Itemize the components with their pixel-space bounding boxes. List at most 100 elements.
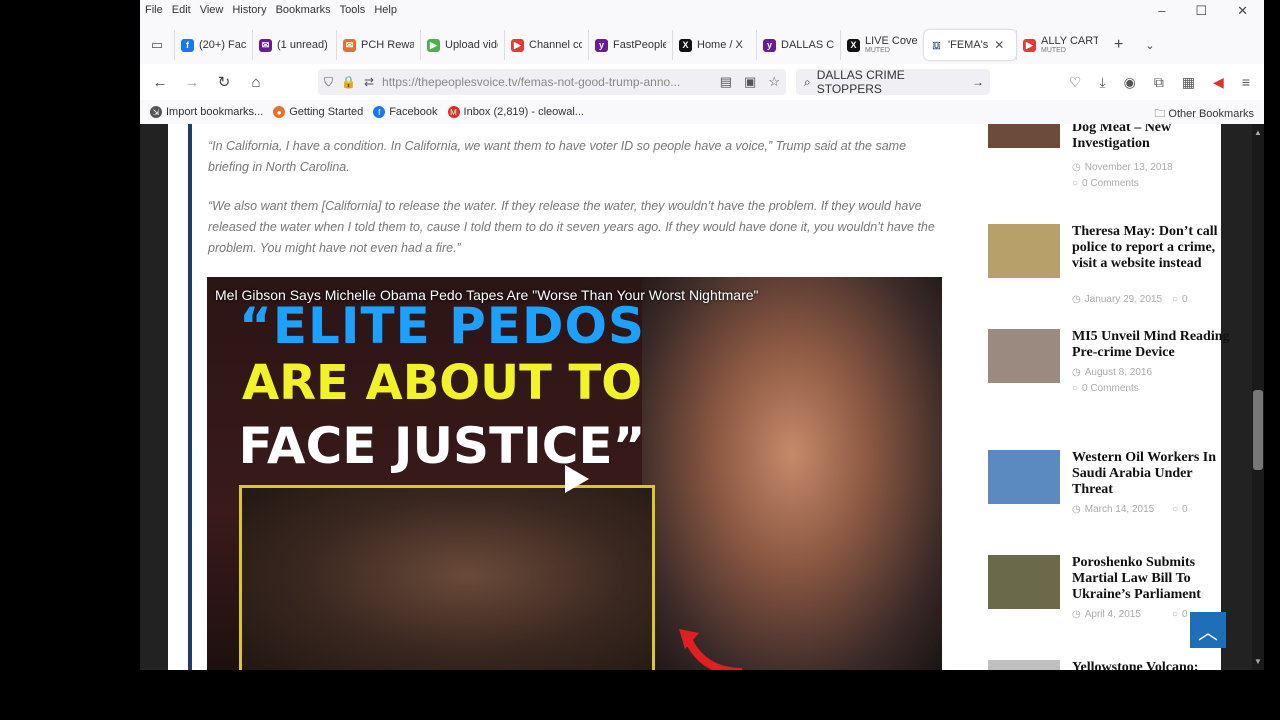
post-meta: ◷ November 13, 2018 bbox=[1072, 162, 1173, 173]
pocket-icon[interactable]: ♡ bbox=[1069, 74, 1082, 91]
tab-4[interactable]: ▶ Channel co bbox=[504, 30, 588, 60]
url-text[interactable]: https://thepeoplesvoice.tv/femas-not-goo… bbox=[382, 75, 714, 89]
post-thumbnail[interactable] bbox=[988, 450, 1060, 504]
post-meta: ◷ January 29, 2015 bbox=[1072, 294, 1162, 305]
maximize-button[interactable]: ☐ bbox=[1195, 3, 1207, 19]
post-comments[interactable]: ○ 0 bbox=[1172, 504, 1188, 515]
bookmark-favicon-icon: ⇲ bbox=[150, 106, 162, 118]
search-bar[interactable]: ⌕ DALLAS CRIME STOPPERS → bbox=[796, 68, 990, 96]
comment-icon: ○ bbox=[1172, 609, 1179, 620]
bookmark-favicon-icon: f bbox=[373, 106, 386, 118]
minimize-button[interactable]: – bbox=[1158, 3, 1165, 19]
app-menu-icon[interactable]: ≡ bbox=[1242, 74, 1250, 91]
tab-1[interactable]: ✉ (1 unread) bbox=[252, 30, 336, 60]
post-thumbnail[interactable] bbox=[988, 124, 1060, 148]
bookmark-star-icon[interactable]: ☆ bbox=[768, 74, 780, 90]
post-title[interactable]: Yellowstone Volcano: bbox=[1072, 660, 1232, 670]
clock-icon: ◷ bbox=[1072, 367, 1081, 378]
tab-2[interactable]: ✉ PCH Rewar bbox=[336, 30, 420, 60]
embedded-video[interactable]: Mel Gibson Says Michelle Obama Pedo Tape… bbox=[207, 277, 942, 670]
tab-label: Upload vide bbox=[445, 39, 498, 51]
tab-3[interactable]: ▶ Upload vide bbox=[420, 30, 504, 60]
comment-count: 0 bbox=[1182, 504, 1188, 515]
menu-file[interactable]: File bbox=[145, 4, 163, 16]
other-bookmarks-label: Other Bookmarks bbox=[1168, 108, 1254, 120]
menu-tools[interactable]: Tools bbox=[340, 4, 366, 16]
scroll-down-icon[interactable]: ▼ bbox=[1254, 657, 1262, 666]
tab-strip: ▭ f (20+) Faceb ✉ (1 unread) ✉ PCH Rewar ▶ Uplo… bbox=[140, 28, 1264, 62]
post-comments[interactable]: ○ 0 bbox=[1172, 609, 1188, 620]
lock-icon[interactable]: 🔒 bbox=[341, 75, 356, 89]
other-bookmarks[interactable]: 🗀 Other Bookmarks bbox=[1154, 105, 1254, 124]
tab-5[interactable]: y FastPeopleS bbox=[588, 30, 672, 60]
post-thumbnail[interactable] bbox=[988, 555, 1060, 609]
post-comments[interactable]: ○ 0 Comments bbox=[1072, 383, 1139, 394]
video-title[interactable]: Mel Gibson Says Michelle Obama Pedo Tape… bbox=[215, 287, 759, 303]
post-comments[interactable]: ○ 0 bbox=[1172, 294, 1188, 305]
search-go-icon[interactable]: → bbox=[972, 75, 984, 89]
menu-help[interactable]: Help bbox=[374, 4, 397, 16]
downloads-icon[interactable]: ⤓ bbox=[1099, 74, 1105, 91]
post-title[interactable]: MI5 Unveil Mind Reading Pre-crime Device bbox=[1072, 329, 1232, 361]
post-title[interactable]: Western Oil Workers In Saudi Arabia Unde… bbox=[1072, 450, 1232, 498]
account-icon[interactable]: ◉ bbox=[1124, 74, 1136, 91]
post-comments[interactable]: ○ 0 Comments bbox=[1072, 178, 1139, 189]
search-text[interactable]: DALLAS CRIME STOPPERS bbox=[817, 68, 972, 96]
toolbar-icons: ♡ ⤓ ◉ ⧉ ▦ ◀ ≡ bbox=[1069, 74, 1250, 91]
tab-label: FastPeopleS bbox=[613, 39, 666, 51]
tab-9[interactable]: 🇺 'FEMA's ✕ bbox=[924, 30, 1016, 60]
close-tab-icon[interactable]: ✕ bbox=[994, 38, 1004, 52]
picture-icon[interactable]: ▣ bbox=[744, 74, 756, 90]
post-title[interactable]: Theresa May: Don’t call police to report… bbox=[1072, 224, 1232, 272]
tab-10[interactable]: ▶ ALLY CARTI MUTED bbox=[1016, 30, 1104, 60]
post-date: March 14, 2015 bbox=[1084, 504, 1155, 515]
post-title[interactable]: Poroshenko Submits Martial Law Bill To U… bbox=[1072, 555, 1232, 603]
shield-icon[interactable]: ⛉ bbox=[324, 75, 333, 90]
close-window-button[interactable]: ✕ bbox=[1237, 3, 1248, 19]
tab-favicon-icon: ✉ bbox=[343, 38, 356, 52]
bookmark-item[interactable]: ● Getting Started bbox=[273, 106, 363, 118]
tab-overview-icon[interactable]: ▭ bbox=[140, 28, 174, 62]
tab-list-dropdown-icon[interactable]: ⌄ bbox=[1145, 39, 1154, 52]
tab-favicon-icon: 🇺 bbox=[930, 38, 943, 52]
play-icon[interactable] bbox=[557, 461, 593, 497]
bookmark-item[interactable]: ⇲ Import bookmarks... bbox=[150, 106, 263, 118]
menu-bar: File Edit View History Bookmarks Tools Help bbox=[140, 0, 1264, 20]
bookmark-label: Getting Started bbox=[289, 106, 364, 118]
scroll-thumb[interactable] bbox=[1253, 390, 1263, 470]
post-thumbnail[interactable] bbox=[988, 224, 1060, 278]
url-bar[interactable]: ⛉ 🔒 ⇄ https://thepeoplesvoice.tv/femas-n… bbox=[318, 69, 786, 95]
bookmark-item[interactable]: M Inbox (2,819) - cleowal... bbox=[447, 106, 584, 118]
menu-edit[interactable]: Edit bbox=[172, 4, 191, 16]
megaphone-icon[interactable]: ◀ bbox=[1213, 74, 1224, 91]
bookmark-items: ⇲ Import bookmarks... ● Getting Started f Fac… bbox=[150, 106, 594, 118]
video-thumbnail-face bbox=[642, 277, 942, 670]
bookmark-item[interactable]: f Facebook bbox=[373, 106, 438, 118]
bookmark-favicon-icon: ● bbox=[273, 106, 286, 118]
home-button[interactable]: ⌂ bbox=[240, 74, 272, 91]
new-tab-button[interactable]: + bbox=[1114, 36, 1123, 54]
tab-7[interactable]: y DALLAS CR bbox=[756, 30, 840, 60]
scroll-up-icon[interactable]: ▲ bbox=[1254, 128, 1262, 137]
page-scrollbar[interactable]: ▲ ▼ bbox=[1252, 124, 1264, 670]
tab-8[interactable]: X LIVE CoveraMUTED bbox=[840, 30, 924, 60]
post-title[interactable]: Dog Meat – New Investigation bbox=[1072, 124, 1232, 152]
menu-bookmarks[interactable]: Bookmarks bbox=[276, 4, 331, 16]
bookmarks-bar: ⇲ Import bookmarks... ● Getting Started f Fac… bbox=[140, 101, 1264, 123]
extension-badge-icon[interactable]: ▦ bbox=[1182, 74, 1195, 91]
menu-history[interactable]: History bbox=[232, 4, 266, 16]
back-to-top-button[interactable]: ︿ bbox=[1190, 612, 1226, 648]
extensions-icon[interactable]: ⧉ bbox=[1154, 74, 1164, 91]
permissions-icon[interactable]: ⇄ bbox=[364, 75, 374, 89]
post-thumbnail[interactable] bbox=[988, 329, 1060, 383]
tab-0[interactable]: f (20+) Faceb bbox=[174, 30, 252, 60]
tab-label: ALLY CARTI bbox=[1041, 35, 1098, 47]
reader-view-icon[interactable]: ▤ bbox=[720, 74, 732, 90]
back-button[interactable]: ← bbox=[144, 74, 176, 91]
reload-button[interactable]: ↻ bbox=[208, 73, 240, 91]
tab-6[interactable]: X Home / X bbox=[672, 30, 756, 60]
post-thumbnail[interactable] bbox=[988, 660, 1060, 670]
post-meta: ◷ August 8, 2016 bbox=[1072, 367, 1152, 378]
menu-view[interactable]: View bbox=[200, 4, 224, 16]
forward-button[interactable]: → bbox=[176, 74, 208, 91]
